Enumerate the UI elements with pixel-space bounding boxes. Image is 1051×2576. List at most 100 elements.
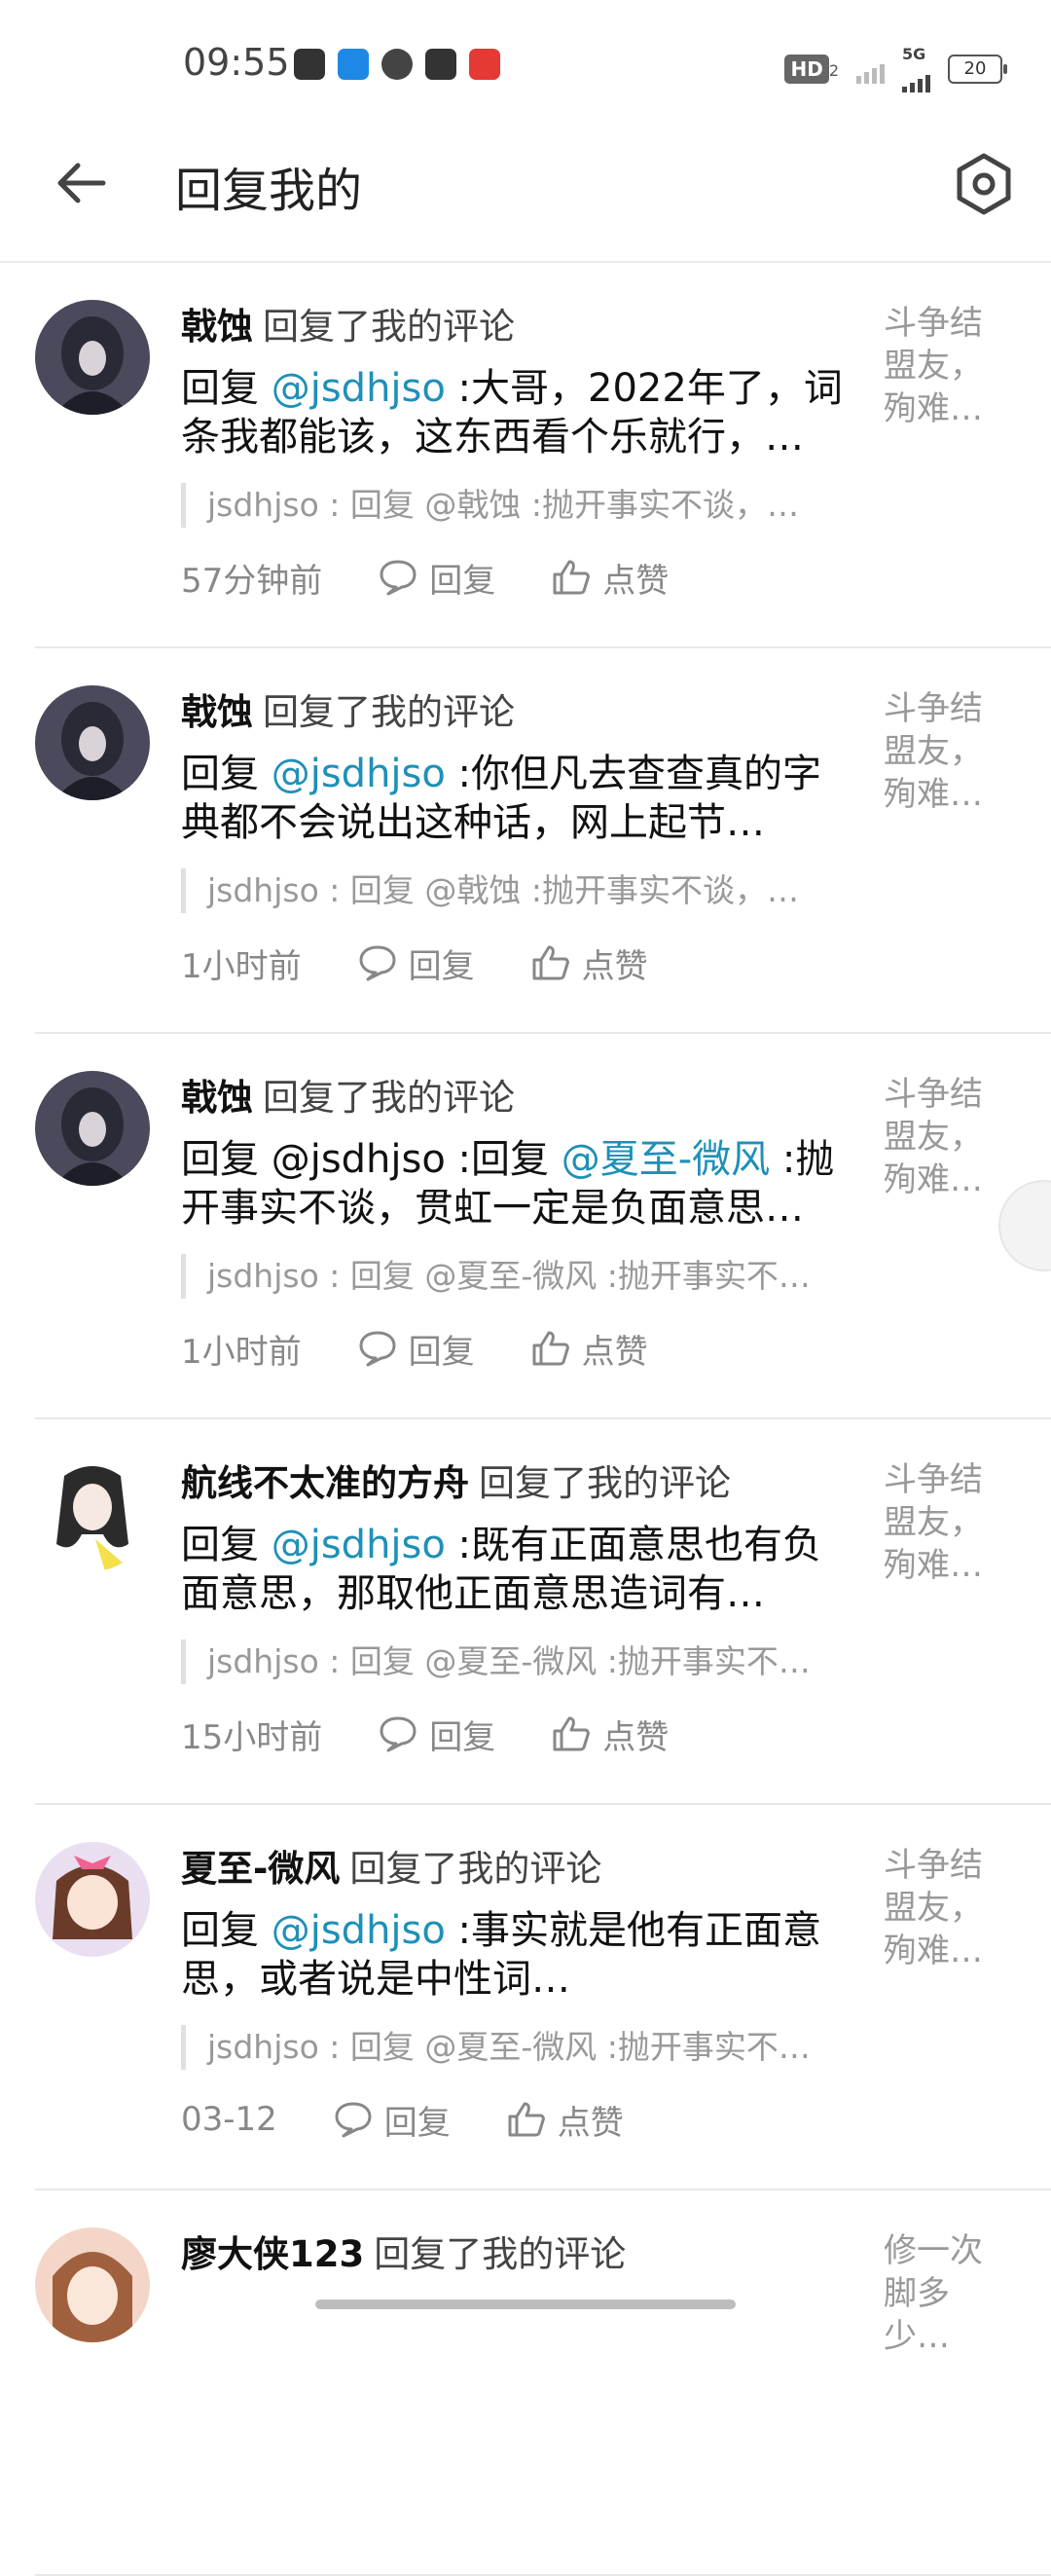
reply-text[interactable]: 回复 @jsdhjso :事实就是他有正面意思，或者说是中性词… (181, 1906, 852, 2004)
action-text: 回复了我的评论 (263, 306, 515, 348)
like-button[interactable]: 点赞 (552, 554, 669, 602)
app-bar: 回复我的 (0, 127, 1051, 263)
user-name[interactable]: 航线不太准的方舟 (181, 1462, 469, 1504)
reply-text[interactable]: 回复 @jsdhjso :你但凡去查查真的字典都不会说出这种话，网上起节… (181, 750, 852, 847)
notification-app-icon (381, 49, 413, 80)
reply-item[interactable]: 廖大侠123 回复了我的评论 修一次脚多少… (0, 2190, 1051, 2576)
mention-link[interactable]: @夏至-微风 (562, 1137, 770, 1182)
avatar[interactable] (35, 1071, 150, 1186)
settings-hexagon-icon[interactable] (952, 152, 1016, 216)
notification-app-icon (469, 49, 500, 80)
back-arrow-icon[interactable] (54, 156, 109, 210)
source-snippet[interactable]: 斗争结盟友，殉难… (884, 302, 1000, 430)
source-snippet[interactable]: 斗争结盟友，殉难… (884, 1073, 1000, 1201)
timestamp: 57分钟前 (181, 561, 323, 601)
reply-content: 航线不太准的方舟 回复了我的评论 回复 @jsdhjso :既有正面意思也有负面意… (181, 1458, 852, 1758)
thumb-up-icon (532, 945, 569, 980)
avatar[interactable] (35, 2227, 150, 2342)
reply-button[interactable]: 回复 (334, 2096, 451, 2144)
user-name[interactable]: 戟蚀 (181, 306, 253, 348)
reply-content: 戟蚀 回复了我的评论 回复 @jsdhjso :大哥，2022年了，词条我都能该，… (181, 302, 852, 602)
reply-meta: 57分钟前 回复 点赞 (181, 553, 852, 602)
comment-icon (380, 560, 417, 596)
reply-content: 戟蚀 回复了我的评论 回复 @jsdhjso :你但凡去查查真的字典都不会说出这种… (181, 687, 852, 987)
reply-content: 戟蚀 回复了我的评论 回复 @jsdhjso :回复 @夏至-微风 :抛开事实不谈… (181, 1073, 852, 1373)
thumb-up-icon (508, 2102, 545, 2137)
quoted-comment[interactable]: jsdhjso : 回复 @夏至-微风 :抛开事实不… (181, 1639, 852, 1684)
like-button[interactable]: 点赞 (552, 1711, 669, 1758)
action-text: 回复了我的评论 (349, 1848, 602, 1890)
reply-meta: 03-12 回复 点赞 (181, 2095, 852, 2144)
reply-button[interactable]: 回复 (358, 1325, 475, 1373)
reply-list: 戟蚀 回复了我的评论 回复 @jsdhjso :大哥，2022年了，词条我都能该，… (0, 263, 1051, 2576)
mention-link[interactable]: @jsdhjso (272, 1523, 446, 1567)
like-button[interactable]: 点赞 (507, 2096, 624, 2144)
status-time: 09:55 (183, 41, 290, 84)
signal-5g-icon: 5G (902, 45, 930, 92)
reply-content: 廖大侠123 回复了我的评论 (181, 2229, 852, 2280)
source-snippet[interactable]: 修一次脚多少… (884, 2229, 1000, 2358)
avatar[interactable] (35, 1842, 150, 1957)
user-name[interactable]: 廖大侠123 (181, 2233, 364, 2275)
reply-text[interactable]: 回复 @jsdhjso :既有正面意思也有负面意思，那取他正面意思造词有… (181, 1521, 852, 1618)
status-indicators: HD 2 5G 20 (784, 45, 1007, 92)
comment-icon (359, 945, 396, 981)
quoted-comment[interactable]: jsdhjso : 回复 @戟蚀 :抛开事实不谈，… (181, 868, 852, 913)
reply-item[interactable]: 戟蚀 回复了我的评论 回复 @jsdhjso :大哥，2022年了，词条我都能该，… (0, 263, 1051, 648)
avatar[interactable] (35, 685, 150, 800)
source-snippet[interactable]: 斗争结盟友，殉难… (884, 1458, 1000, 1587)
reply-item[interactable]: 戟蚀 回复了我的评论 回复 @jsdhjso :回复 @夏至-微风 :抛开事实不谈… (0, 1034, 1051, 1419)
status-bar: 09:55 HD 2 5G 20 (0, 0, 1051, 127)
reply-header: 戟蚀 回复了我的评论 (181, 687, 852, 738)
comment-icon (359, 1331, 396, 1367)
reply-button[interactable]: 回复 (379, 554, 495, 602)
mention-link[interactable]: @jsdhjso (272, 752, 446, 796)
reply-button[interactable]: 回复 (358, 939, 475, 987)
reply-text[interactable]: 回复 @jsdhjso :大哥，2022年了，词条我都能该，这东西看个乐就行，… (181, 364, 852, 461)
reply-header: 夏至-微风 回复了我的评论 (181, 1844, 852, 1895)
user-name[interactable]: 戟蚀 (181, 691, 253, 733)
reply-header: 廖大侠123 回复了我的评论 (181, 2229, 852, 2280)
reply-text[interactable]: 回复 @jsdhjso :回复 @夏至-微风 :抛开事实不谈，贯虹一定是负面意思… (181, 1135, 852, 1233)
mention-link[interactable]: @jsdhjso (272, 366, 446, 411)
reply-item[interactable]: 夏至-微风 回复了我的评论 回复 @jsdhjso :事实就是他有正面意思，或者说… (0, 1805, 1051, 2190)
reply-button[interactable]: 回复 (379, 1711, 495, 1758)
home-indicator[interactable] (315, 2300, 736, 2309)
timestamp: 1小时前 (181, 1332, 302, 1372)
reply-meta: 1小时前 回复 点赞 (181, 938, 852, 987)
reply-header: 戟蚀 回复了我的评论 (181, 1073, 852, 1123)
signal-icon (856, 55, 885, 84)
source-snippet[interactable]: 斗争结盟友，殉难… (884, 1844, 1000, 1972)
reply-meta: 15小时前 回复 点赞 (181, 1710, 852, 1758)
action-text: 回复了我的评论 (479, 1462, 731, 1504)
thumb-up-icon (553, 560, 591, 595)
like-button[interactable]: 点赞 (531, 1325, 648, 1373)
user-name[interactable]: 夏至-微风 (181, 1848, 340, 1890)
quoted-comment[interactable]: jsdhjso : 回复 @戟蚀 :抛开事实不谈，… (181, 483, 852, 528)
comment-icon (335, 2102, 372, 2138)
reply-item[interactable]: 戟蚀 回复了我的评论 回复 @jsdhjso :你但凡去查查真的字典都不会说出这种… (0, 648, 1051, 1034)
like-button[interactable]: 点赞 (531, 939, 648, 987)
action-text: 回复了我的评论 (263, 1077, 515, 1119)
quoted-comment[interactable]: jsdhjso : 回复 @夏至-微风 :抛开事实不… (181, 2025, 852, 2070)
timestamp: 15小时前 (181, 1717, 323, 1757)
notification-app-icon (294, 49, 325, 80)
action-text: 回复了我的评论 (263, 691, 515, 733)
notification-app-icon (425, 49, 456, 80)
reply-item[interactable]: 航线不太准的方舟 回复了我的评论 回复 @jsdhjso :既有正面意思也有负面意… (0, 1419, 1051, 1805)
quoted-comment[interactable]: jsdhjso : 回复 @夏至-微风 :抛开事实不… (181, 1254, 852, 1299)
mention-link[interactable]: @jsdhjso (272, 1908, 446, 1953)
reply-header: 戟蚀 回复了我的评论 (181, 302, 852, 352)
avatar[interactable] (35, 300, 150, 415)
avatar[interactable] (35, 1456, 150, 1571)
notification-app-icon (338, 49, 369, 80)
thumb-up-icon (532, 1331, 569, 1366)
comment-icon (380, 1716, 417, 1752)
thumb-up-icon (553, 1716, 591, 1751)
reply-content: 夏至-微风 回复了我的评论 回复 @jsdhjso :事实就是他有正面意思，或者说… (181, 1844, 852, 2144)
reply-meta: 1小时前 回复 点赞 (181, 1324, 852, 1373)
source-snippet[interactable]: 斗争结盟友，殉难… (884, 687, 1000, 816)
battery-icon: 20 (948, 54, 1007, 84)
action-text: 回复了我的评论 (374, 2233, 627, 2275)
user-name[interactable]: 戟蚀 (181, 1077, 253, 1119)
